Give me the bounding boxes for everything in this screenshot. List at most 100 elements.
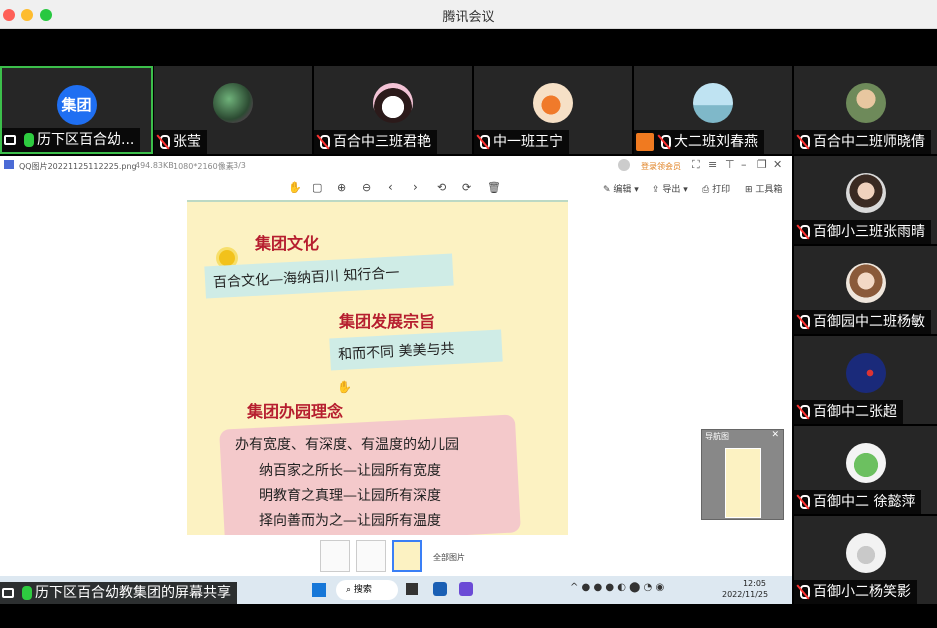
- participant-name: 百御中二 徐懿萍: [813, 494, 916, 510]
- avatar: [845, 443, 886, 483]
- participant-tile-host[interactable]: 集团 历下区百合幼...: [0, 66, 153, 154]
- participant-tile[interactable]: 中一班王宁: [474, 66, 632, 154]
- fullscreen-icon[interactable]: ⛶: [692, 158, 700, 172]
- poster-heading-culture: 集团文化: [255, 234, 320, 253]
- mic-muted-icon: [657, 134, 671, 150]
- viewer-dimensions: 1080*2160像素: [173, 162, 234, 171]
- export-button[interactable]: ⇪ 导出 ▾: [652, 182, 688, 195]
- shared-screen: QQ图片20221125112225.png 494.83KB 1080*216…: [0, 156, 792, 604]
- windows-start-icon[interactable]: [312, 583, 326, 597]
- screen-share-icon: [4, 135, 16, 145]
- viewer-filename: QQ图片20221125112225.png: [19, 162, 137, 171]
- meeting-app-icon[interactable]: [433, 582, 447, 596]
- taskbar-search[interactable]: ⌕ 搜索: [336, 580, 398, 600]
- participant-tile[interactable]: 百御园中二班杨敏: [794, 246, 937, 334]
- toolbox-label: 工具箱: [755, 185, 783, 195]
- mic-on-icon: [18, 585, 32, 601]
- flower-icon: [219, 250, 235, 266]
- mic-muted-icon: [796, 134, 810, 150]
- navigator-panel[interactable]: 导航图 ✕: [701, 429, 784, 520]
- participant-tile[interactable]: 百合中二班师晓倩: [794, 66, 937, 154]
- poster-heading-purpose: 集团发展宗旨: [339, 312, 436, 331]
- mic-muted-icon: [796, 314, 810, 330]
- thumbnail[interactable]: [356, 540, 386, 572]
- toolbox-button[interactable]: ⊞ 工具箱: [745, 182, 782, 195]
- export-label: 导出: [662, 185, 681, 195]
- participant-name: 百御小二杨笑影: [813, 584, 911, 600]
- minimize-icon[interactable]: –: [741, 158, 747, 171]
- mic-muted-icon: [796, 494, 810, 510]
- participant-tile[interactable]: 百合中三班君艳: [314, 66, 472, 154]
- prev-image-icon[interactable]: ‹: [388, 180, 393, 194]
- next-image-icon[interactable]: ›: [413, 180, 418, 194]
- viewer-filesize: 494.83KB: [135, 161, 174, 170]
- tray-icons[interactable]: ^ ● ● ● ◐ ⬤ ◔ ◉: [570, 582, 664, 593]
- thumbnail-selected[interactable]: [392, 540, 422, 572]
- poster-line: 明教育之真理—让园所有深度: [259, 488, 441, 504]
- participant-tile[interactable]: 百御中二张超: [794, 336, 937, 424]
- poster-purpose-box: 和而不同 美美与共: [329, 329, 503, 371]
- window-titlebar: 腾讯会议: [0, 0, 937, 29]
- viewer-app-taskbar-icon[interactable]: [459, 582, 473, 596]
- menu-icon[interactable]: ≡: [708, 158, 717, 171]
- clock-time: 12:05: [742, 579, 766, 588]
- print-label: 打印: [712, 185, 731, 195]
- poster-line: 办有宽度、有深度、有温度的幼儿园: [235, 437, 459, 453]
- pin-icon[interactable]: ⊤: [725, 158, 735, 171]
- participant-tile[interactable]: 张莹: [154, 66, 312, 154]
- participant-nameplate: 百御中二 徐懿萍: [794, 490, 922, 514]
- avatar: [845, 533, 886, 573]
- navigator-close-icon[interactable]: ✕: [771, 430, 779, 440]
- participant-nameplate: 百御中二张超: [794, 400, 903, 424]
- task-view-icon[interactable]: [406, 583, 418, 595]
- participant-name: 张莹: [173, 134, 201, 150]
- window-title: 腾讯会议: [442, 10, 495, 25]
- participant-tile[interactable]: 大二班刘春燕: [634, 66, 792, 154]
- participant-tile[interactable]: 百御中二 徐懿萍: [794, 426, 937, 514]
- viewer-index: 3/3: [233, 161, 246, 170]
- poster-culture-box: 百合文化—海纳百川 知行合一: [204, 253, 454, 299]
- screen-share-icon: [2, 588, 14, 598]
- restore-icon[interactable]: ❐: [757, 158, 767, 171]
- image-viewer-header: QQ图片20221125112225.png 494.83KB 1080*216…: [0, 156, 792, 176]
- participant-tile[interactable]: 百御小三班张雨晴: [794, 156, 937, 244]
- mic-muted-icon: [796, 584, 810, 600]
- avatar: [693, 83, 733, 123]
- participant-name: 百合中二班师晓倩: [813, 134, 925, 150]
- login-vip-link[interactable]: 登录领会员: [641, 161, 681, 172]
- participant-nameplate: 历下区百合幼...: [2, 128, 141, 152]
- print-button[interactable]: ⎙ 打印: [702, 182, 730, 195]
- zoom-out-icon[interactable]: ⊖: [362, 181, 371, 194]
- close-icon[interactable]: ✕: [773, 158, 782, 171]
- all-images-link[interactable]: 全部图片: [433, 552, 465, 563]
- avatar: [213, 83, 253, 123]
- participant-name: 百御园中二班杨敏: [813, 314, 925, 330]
- hand-tool-icon[interactable]: ✋: [288, 181, 302, 194]
- mic-muted-icon: [796, 404, 810, 420]
- viewer-app-icon: [4, 160, 14, 169]
- mic-on-icon: [20, 132, 34, 148]
- participant-nameplate: 百御园中二班杨敏: [794, 310, 931, 334]
- avatar: [533, 83, 573, 123]
- participant-nameplate: 百合中二班师晓倩: [794, 130, 931, 154]
- rotate-left-icon[interactable]: ⟲: [437, 181, 446, 194]
- avatar: [845, 173, 886, 213]
- edit-button[interactable]: ✎ 编辑 ▾: [603, 182, 639, 195]
- taskbar-search-label: 搜索: [353, 585, 372, 595]
- participant-name: 百御小三班张雨晴: [813, 224, 925, 240]
- user-avatar-icon[interactable]: [618, 159, 630, 171]
- mic-muted-icon: [476, 134, 490, 150]
- rotate-right-icon[interactable]: ⟳: [462, 181, 471, 194]
- participant-nameplate: 百御小三班张雨晴: [794, 220, 931, 244]
- participant-name: 大二班刘春燕: [674, 134, 758, 150]
- zoom-in-icon[interactable]: ⊕: [337, 181, 346, 194]
- fit-screen-icon[interactable]: ▢: [312, 181, 322, 194]
- thumbnail[interactable]: [320, 540, 350, 572]
- delete-icon[interactable]: 🗑: [487, 181, 501, 194]
- edit-label: 编辑: [613, 185, 632, 195]
- navigator-title: 导航图: [705, 432, 729, 441]
- participant-tile[interactable]: 百御小二杨笑影: [794, 516, 937, 604]
- poster-heading-philosophy: 集团办园理念: [247, 402, 344, 421]
- poster-image: 集团文化 百合文化—海纳百川 知行合一 集团发展宗旨 和而不同 美美与共 集团办…: [187, 200, 568, 535]
- mic-muted-icon: [796, 224, 810, 240]
